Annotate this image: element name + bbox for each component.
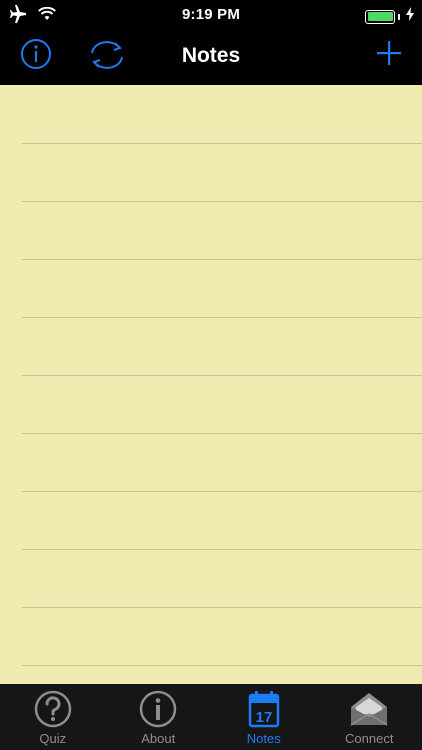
question-circle-icon: [34, 690, 72, 728]
status-right: [365, 7, 414, 26]
tab-notes[interactable]: 17 Notes: [211, 684, 317, 750]
add-note-button[interactable]: [374, 38, 404, 73]
paper-rule: [22, 491, 422, 492]
tab-connect[interactable]: Connect: [317, 684, 422, 750]
paper-rule: [22, 201, 422, 202]
paper-rule: [22, 375, 422, 376]
envelope-icon: [349, 690, 389, 728]
paper-rule: [22, 143, 422, 144]
info-circle-icon: [139, 690, 177, 728]
tab-label: About: [141, 731, 176, 746]
paper-rule: [22, 607, 422, 608]
paper-rule: [22, 317, 422, 318]
calendar-icon: 17: [248, 690, 280, 728]
paper-rule: [22, 433, 422, 434]
tab-label: Quiz: [39, 731, 67, 746]
add-icon: [374, 41, 404, 72]
battery-icon: [365, 9, 395, 24]
paper-rule: [22, 665, 422, 666]
calendar-day: 17: [255, 709, 272, 726]
navigation-bar: Notes: [0, 30, 422, 85]
tab-quiz[interactable]: Quiz: [0, 684, 106, 750]
paper-rule: [22, 259, 422, 260]
paper-rule: [22, 549, 422, 550]
page-title: Notes: [181, 44, 241, 67]
charging-icon: [406, 7, 414, 26]
tab-label: Notes: [246, 731, 281, 746]
tab-bar: Quiz About 17 Notes Connect: [0, 684, 422, 750]
status-time: 9:19 PM: [181, 6, 241, 23]
notes-paper[interactable]: [0, 85, 422, 684]
status-bar: 9:19 PM: [0, 0, 422, 30]
battery-nub: [398, 13, 400, 20]
tab-label: Connect: [345, 731, 394, 746]
tab-about[interactable]: About: [106, 684, 212, 750]
